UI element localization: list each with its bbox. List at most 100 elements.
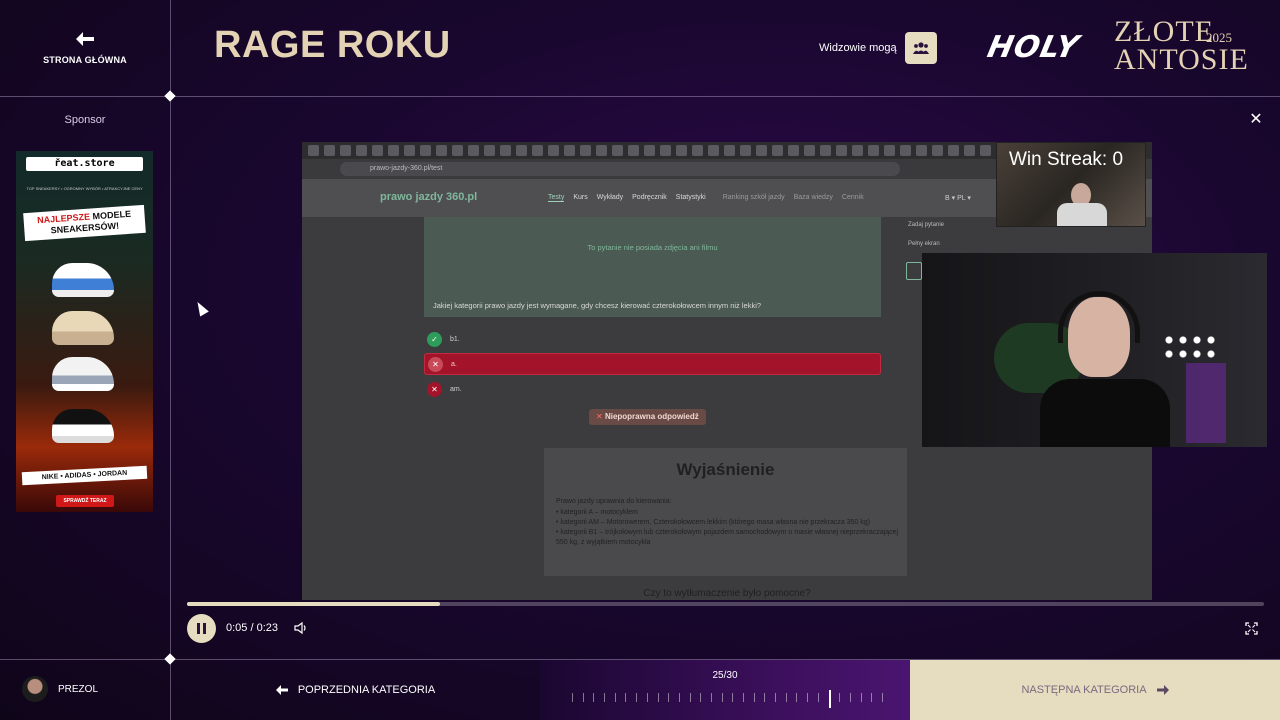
- ad-tagline: TOP SNEAKERSY • OGROMNY WYBÓR • ATRAKCYJ…: [26, 186, 143, 191]
- ad-cta-button[interactable]: SPRAWDŹ TERAZ: [56, 495, 114, 507]
- video-answer-wrong: ✕ am.: [424, 378, 881, 400]
- category-tick-current: [828, 690, 831, 708]
- sneaker-image: [52, 409, 114, 443]
- browser-tab-icon: [740, 145, 751, 156]
- video-explanation-box: Wyjaśnienie Prawo jazdy uprawnia do kier…: [544, 448, 907, 576]
- video-url: prawo-jazdy-360.pl/test: [340, 162, 900, 176]
- browser-tab-icon: [612, 145, 623, 156]
- browser-tab-icon: [340, 145, 351, 156]
- category-tick: [657, 693, 659, 702]
- sneaker-image: [52, 357, 114, 391]
- browser-tab-icon: [356, 145, 367, 156]
- video-answer-label: b1.: [450, 335, 460, 343]
- category-tick: [753, 693, 755, 702]
- browser-tab-icon: [532, 145, 543, 156]
- background-light: [1186, 363, 1226, 443]
- video-time: 0:05 / 0:23: [226, 622, 278, 634]
- arrow-left-icon: [76, 31, 94, 49]
- video-no-media-text: To pytanie nie posiada zdjęcia ani filmu: [587, 243, 718, 252]
- user-name: PREZOL: [58, 683, 99, 695]
- browser-tab-icon: [900, 145, 911, 156]
- browser-tab-icon: [772, 145, 783, 156]
- video-answer-correct: ✓ b1.: [424, 328, 881, 350]
- browser-tab-icon: [820, 145, 831, 156]
- users-icon[interactable]: [904, 32, 937, 64]
- video-nav-item: Testy: [548, 194, 565, 202]
- pause-button[interactable]: [187, 614, 216, 643]
- category-tick: [871, 693, 873, 702]
- ad-store-name: řeat.store: [26, 157, 143, 171]
- video-nav-item: Wykłady: [596, 194, 624, 201]
- category-counter: 25/30: [712, 670, 738, 681]
- webcam-main: [922, 253, 1267, 447]
- browser-tab-icon: [404, 145, 415, 156]
- video-progress-bar[interactable]: [187, 602, 1264, 606]
- category-tick: [604, 693, 606, 702]
- next-category-button[interactable]: NASTĘPNA KATEGORIA: [910, 660, 1280, 720]
- background-lights: [1162, 333, 1218, 363]
- video-result-text: Niepoprawna odpowiedź: [604, 412, 699, 421]
- previous-category-label: POPRZEDNIA KATEGORIA: [297, 684, 436, 696]
- browser-tab-icon: [980, 145, 991, 156]
- category-tick: [678, 693, 680, 702]
- video-nav-item: Baza wiedzy: [793, 194, 833, 201]
- x-icon: ✕: [596, 412, 603, 421]
- browser-tab-icon: [436, 145, 447, 156]
- pause-icon: [197, 623, 200, 634]
- sneaker-image: [52, 311, 114, 345]
- category-tick: [625, 693, 627, 702]
- category-tick: [807, 693, 809, 702]
- page-title: RAGE ROKU: [214, 24, 451, 66]
- video-nav-item: Ranking szkół jazdy: [722, 194, 785, 201]
- vertical-divider: [170, 0, 171, 720]
- check-icon: ✓: [427, 331, 442, 347]
- sponsor-label: Sponsor: [64, 114, 106, 126]
- browser-tab-icon: [676, 145, 687, 156]
- ad-headline: NAJLEPSZE MODELE SNEAKERSÓW!: [23, 204, 146, 242]
- browser-tab-icon: [564, 145, 575, 156]
- browser-tab-icon: [548, 145, 559, 156]
- browser-tab-icon: [884, 145, 895, 156]
- category-tick: [882, 693, 883, 702]
- browser-tab-icon: [372, 145, 383, 156]
- close-icon[interactable]: ✕: [1248, 112, 1264, 128]
- sponsor-banner[interactable]: řeat.store TOP SNEAKERSY • OGROMNY WYBÓR…: [16, 151, 153, 512]
- logo-antosie-text: ANTOSIE: [1114, 43, 1249, 76]
- home-button[interactable]: STRONA GŁÓWNA: [0, 0, 170, 96]
- category-tick: [636, 693, 638, 702]
- previous-category-button[interactable]: POPRZEDNIA KATEGORIA: [171, 660, 540, 720]
- holy-logo-text: HOLY: [984, 30, 1083, 65]
- video-explanation-list: kategorii A – motocyklem kategorii AM – …: [556, 508, 901, 548]
- volume-icon[interactable]: [294, 621, 308, 635]
- browser-tab-icon: [420, 145, 431, 156]
- arrow-right-icon: [1156, 683, 1169, 698]
- browser-tab-icon: [644, 145, 655, 156]
- category-tick: [860, 693, 862, 702]
- pause-icon: [203, 623, 206, 634]
- category-tick: [572, 693, 573, 702]
- video-progress-fill: [187, 602, 441, 606]
- category-tick: [796, 693, 798, 702]
- user-profile[interactable]: PREZOL: [22, 676, 98, 702]
- viewers-control: Widzowie mogą: [819, 32, 937, 64]
- browser-tab-icon: [916, 145, 927, 156]
- arrow-left-icon: [275, 683, 288, 698]
- video-site-links: Testy Kurs Wykłady Podręcznik Statystyki…: [548, 194, 864, 202]
- category-tick: [689, 693, 691, 702]
- fullscreen-icon[interactable]: [1245, 622, 1258, 635]
- video-helpful-question: Czy to wytłumaczenie było pomocne?: [643, 588, 811, 599]
- category-tick: [646, 693, 648, 702]
- win-streak-overlay: Win Streak: 0: [1009, 149, 1124, 170]
- browser-tab-icon: [788, 145, 799, 156]
- browser-tab-icon: [852, 145, 863, 156]
- avatar: [22, 676, 48, 702]
- browser-tab-icon: [628, 145, 639, 156]
- category-tick: [775, 693, 777, 702]
- browser-tab-icon: [948, 145, 959, 156]
- tab-strip: [308, 145, 1007, 156]
- video-nav-item: Kurs: [573, 194, 588, 201]
- browser-tab-icon: [708, 145, 719, 156]
- video-nav-item: Cennik: [841, 194, 864, 201]
- video-answer-label: a.: [451, 360, 457, 368]
- category-tick: [849, 693, 851, 702]
